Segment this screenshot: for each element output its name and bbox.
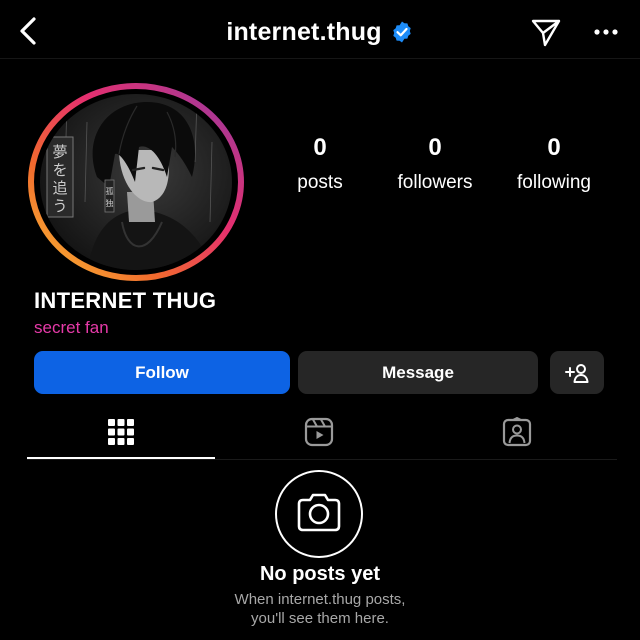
empty-state-subtitle: When internet.thug posts, you'll see the…	[0, 590, 640, 628]
active-tab-indicator	[27, 457, 215, 459]
message-button[interactable]: Message	[298, 351, 538, 394]
empty-state-title: No posts yet	[259, 563, 381, 585]
camera-icon	[297, 493, 341, 532]
stat-following[interactable]: 0 following	[484, 134, 624, 194]
add-person-icon	[565, 363, 589, 383]
page-title: internet.thug	[226, 17, 382, 46]
grid-icon	[108, 419, 134, 445]
following-count: 0	[547, 134, 561, 161]
svg-text:夢: 夢	[52, 143, 67, 161]
more-dots-icon[interactable]	[592, 22, 620, 42]
header-divider	[0, 58, 640, 59]
svg-text:追: 追	[52, 179, 67, 197]
tagged-person-icon	[502, 417, 532, 447]
bio-text: secret fan	[34, 318, 109, 337]
add-user-button[interactable]	[550, 351, 604, 394]
empty-state-subtitle-line1: When internet.thug posts,	[234, 591, 406, 608]
svg-text:う: う	[52, 197, 67, 215]
send-paper-plane-icon[interactable]	[530, 16, 562, 48]
svg-text:独: 独	[106, 198, 114, 208]
svg-text:を: を	[52, 161, 67, 179]
tab-reels[interactable]	[299, 412, 339, 452]
tab-divider	[27, 459, 617, 460]
top-bar: internet.thug	[0, 0, 640, 62]
empty-state-subtitle-line2: you'll see them here.	[251, 610, 389, 627]
avatar[interactable]: 夢 を 追 う 孤 独	[27, 82, 245, 282]
empty-state-camera	[275, 470, 363, 558]
reels-icon	[304, 417, 334, 447]
tab-posts-grid[interactable]	[101, 412, 141, 452]
following-label: following	[517, 172, 591, 193]
verified-badge-icon	[392, 21, 411, 43]
svg-text:孤: 孤	[106, 186, 114, 196]
display-name: INTERNET THUG	[34, 288, 217, 313]
tab-tagged[interactable]	[497, 412, 537, 452]
follow-button[interactable]: Follow	[34, 351, 290, 394]
